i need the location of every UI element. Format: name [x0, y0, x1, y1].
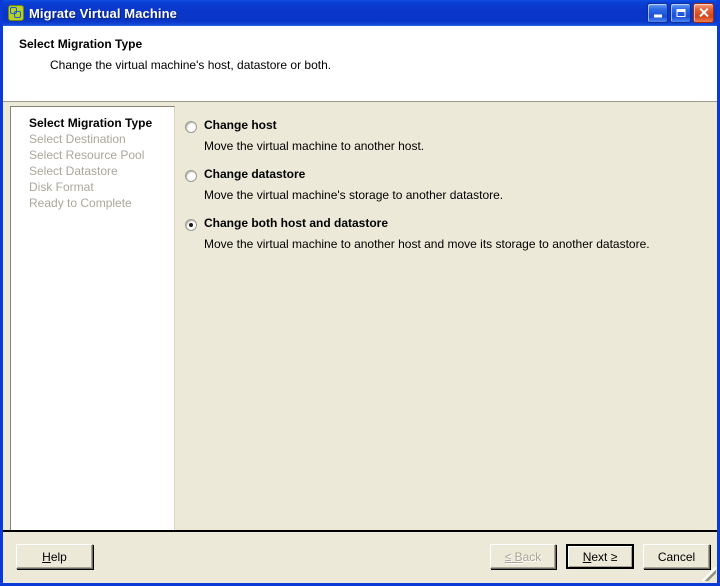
migrate-virtual-machine-window: Migrate Virtual Machine Select Migration…: [0, 0, 720, 586]
migration-type-options: Change host Move the virtual machine to …: [175, 106, 717, 530]
title-bar[interactable]: Migrate Virtual Machine: [3, 0, 717, 26]
option-change-both-description: Move the virtual machine to another host…: [185, 237, 717, 251]
close-icon: [698, 8, 709, 19]
option-change-host-label: Change host: [204, 118, 277, 132]
maximize-button[interactable]: [670, 3, 691, 23]
help-button[interactable]: Help: [16, 544, 93, 569]
cancel-button[interactable]: Cancel: [643, 544, 710, 569]
wizard-body: Select Migration Type Select Destination…: [3, 102, 717, 530]
resize-grip-icon[interactable]: [702, 567, 716, 581]
sidebar-item-select-migration-type[interactable]: Select Migration Type: [29, 115, 174, 131]
next-button-label: Next ≥: [583, 550, 618, 564]
option-change-datastore-description: Move the virtual machine's storage to an…: [185, 188, 717, 202]
sidebar-item-select-datastore: Select Datastore: [29, 163, 174, 179]
radio-change-host[interactable]: [185, 121, 197, 133]
page-title: Select Migration Type: [19, 37, 717, 51]
option-change-both-label: Change both host and datastore: [204, 216, 388, 230]
option-change-both[interactable]: Change both host and datastore Move the …: [185, 216, 717, 251]
wizard-header: Select Migration Type Change the virtual…: [3, 26, 717, 102]
next-button[interactable]: Next ≥: [566, 544, 634, 569]
wizard-footer: Help ≤ Back Next ≥ Cancel: [3, 532, 717, 582]
back-button-label: ≤ Back: [505, 550, 542, 564]
close-button[interactable]: [693, 3, 714, 23]
option-change-host-description: Move the virtual machine to another host…: [185, 139, 717, 153]
help-button-label: Help: [42, 550, 67, 564]
back-button[interactable]: ≤ Back: [490, 544, 556, 569]
radio-change-both-host-and-datastore[interactable]: [185, 219, 197, 231]
sidebar-item-select-resource-pool: Select Resource Pool: [29, 147, 174, 163]
option-change-host[interactable]: Change host Move the virtual machine to …: [185, 118, 717, 153]
page-subtitle: Change the virtual machine's host, datas…: [19, 58, 717, 72]
sidebar-item-ready-to-complete: Ready to Complete: [29, 195, 174, 211]
radio-change-datastore[interactable]: [185, 170, 197, 182]
window-title: Migrate Virtual Machine: [29, 6, 647, 21]
sidebar-item-select-destination: Select Destination: [29, 131, 174, 147]
migrate-vm-icon: [8, 5, 24, 21]
wizard-steps-sidebar: Select Migration Type Select Destination…: [10, 106, 175, 530]
option-change-datastore[interactable]: Change datastore Move the virtual machin…: [185, 167, 717, 202]
minimize-button[interactable]: [647, 3, 668, 23]
option-change-datastore-label: Change datastore: [204, 167, 305, 181]
sidebar-item-disk-format: Disk Format: [29, 179, 174, 195]
minimize-icon: [654, 15, 662, 18]
cancel-button-label: Cancel: [658, 550, 695, 564]
window-controls: [647, 3, 715, 23]
maximize-icon: [676, 9, 685, 17]
